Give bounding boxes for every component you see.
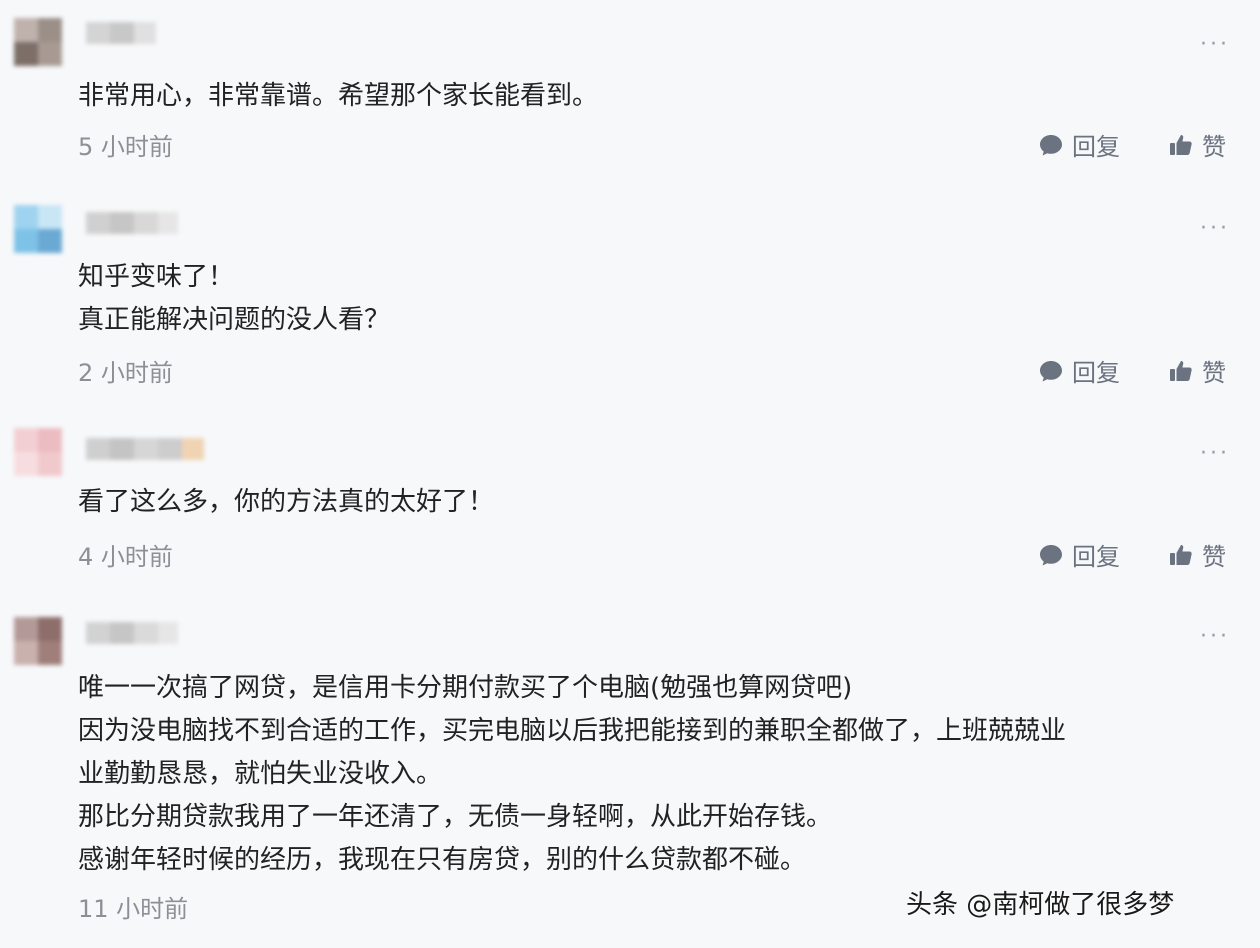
comment-text: 知乎变味了！ 真正能解决问题的没人看？ (78, 256, 1228, 342)
username-blurred[interactable] (86, 212, 178, 234)
like-button[interactable]: 赞 (1168, 127, 1226, 162)
reply-label: 回复 (1072, 543, 1120, 571)
like-button[interactable]: 赞 (1168, 353, 1226, 388)
like-button[interactable]: 赞 (1168, 537, 1226, 572)
like-label: 赞 (1202, 133, 1226, 161)
comment-bubble-icon (1040, 544, 1062, 565)
username-blurred[interactable] (86, 22, 156, 44)
comment-line: 那比分期贷款我用了一年还清了，无债一身轻啊，从此开始存钱。 (78, 802, 833, 832)
thumbs-up-icon (1170, 544, 1192, 565)
timestamp: 2 小时前 (78, 359, 173, 387)
watermark: 头条 @南柯做了很多梦 (906, 890, 1175, 920)
comment-line: 真正能解决问题的没人看？ (78, 305, 391, 335)
comment-line: 业勤勤恳恳，就怕失业没收入。 (78, 759, 443, 789)
comment-line: 知乎变味了！ (78, 262, 235, 292)
comment-text: 非常用心，非常靠谱。希望那个家长能看到。 (78, 75, 1228, 118)
like-label: 赞 (1202, 359, 1226, 387)
avatar[interactable] (14, 617, 62, 665)
more-options-icon[interactable]: ··· (1200, 443, 1230, 465)
comment-line: 非常用心，非常靠谱。希望那个家长能看到。 (78, 81, 599, 111)
comment-text: 唯一一次搞了网贷，是信用卡分期付款买了个电脑(勉强也算网贷吧) 因为没电脑找不到… (78, 667, 1228, 882)
timestamp: 4 小时前 (78, 543, 173, 571)
comment-line: 看了这么多，你的方法真的太好了！ (78, 487, 495, 517)
like-label: 赞 (1202, 543, 1226, 571)
thumbs-up-icon (1170, 134, 1192, 155)
more-options-icon[interactable]: ··· (1200, 218, 1230, 240)
comment-line: 唯一一次搞了网贷，是信用卡分期付款买了个电脑(勉强也算网贷吧) (78, 673, 853, 703)
reply-button[interactable]: 回复 (1038, 127, 1120, 162)
comment-bubble-icon (1040, 360, 1062, 381)
reply-label: 回复 (1072, 133, 1120, 161)
timestamp: 11 小时前 (78, 895, 189, 923)
comment-bubble-icon (1040, 134, 1062, 155)
comment-text: 看了这么多，你的方法真的太好了！ (78, 481, 1228, 524)
reply-button[interactable]: 回复 (1038, 353, 1120, 388)
reply-label: 回复 (1072, 359, 1120, 387)
avatar[interactable] (14, 428, 62, 476)
avatar[interactable] (14, 18, 62, 66)
thumbs-up-icon (1170, 360, 1192, 381)
username-blurred[interactable] (86, 438, 204, 460)
comment-line: 因为没电脑找不到合适的工作，买完电脑以后我把能接到的兼职全都做了，上班兢兢业 (78, 716, 1067, 746)
username-blurred[interactable] (86, 622, 178, 644)
more-options-icon[interactable]: ··· (1200, 626, 1230, 648)
more-options-icon[interactable]: ··· (1200, 34, 1230, 56)
comment-line: 感谢年轻时候的经历，我现在只有房贷，别的什么贷款都不碰。 (78, 845, 807, 875)
avatar[interactable] (14, 205, 62, 253)
timestamp: 5 小时前 (78, 133, 173, 161)
reply-button[interactable]: 回复 (1038, 537, 1120, 572)
